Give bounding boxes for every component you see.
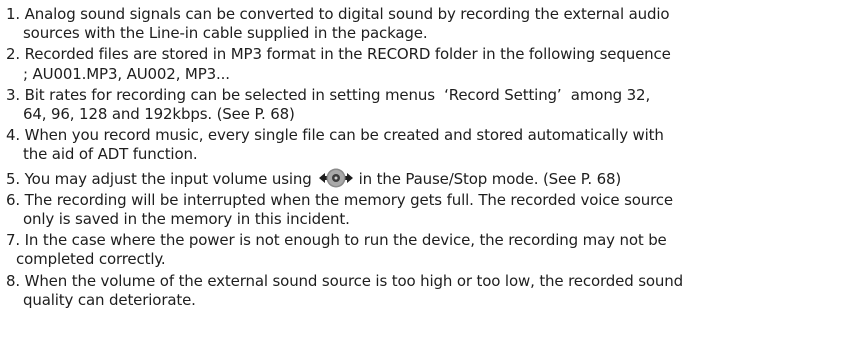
- item-number: 6.: [6, 190, 21, 209]
- item-text: The recording will be interrupted when t…: [24, 190, 673, 209]
- item-number: 5.: [6, 169, 21, 188]
- list-item: 3. Bit rates for recording can be select…: [6, 86, 838, 124]
- item-line: 8. When the volume of the external sound…: [6, 272, 838, 291]
- item-text-after-icon: in the Pause/Stop mode. (See P. 68): [358, 169, 622, 188]
- item-line: 4. When you record music, every single f…: [6, 126, 838, 145]
- list-item: 5. You may adjust the input volume using…: [6, 167, 838, 189]
- item-text: When the volume of the external sound so…: [24, 271, 683, 290]
- item-text: In the case where the power is not enoug…: [24, 231, 667, 250]
- item-number: 8.: [6, 271, 21, 290]
- recording-notes: 1. Analog sound signals can be converted…: [6, 5, 838, 312]
- item-number: 1.: [6, 5, 21, 23]
- item-text-before-icon: You may adjust the input volume using: [24, 169, 312, 188]
- item-continuation: ; AU001.MP3, AU002, MP3...: [23, 64, 230, 83]
- navigation-dial-icon: [316, 167, 356, 189]
- list-item: 8. When the volume of the external sound…: [6, 272, 838, 310]
- item-line: 6. The recording will be interrupted whe…: [6, 191, 838, 210]
- item-number: 2.: [6, 45, 21, 64]
- notes-list: 1. Analog sound signals can be converted…: [6, 5, 838, 310]
- item-continuation: quality can deteriorate.: [23, 290, 196, 309]
- item-continuation: sources with the Line-in cable supplied …: [23, 24, 428, 43]
- item-line: 5. You may adjust the input volume using…: [6, 167, 838, 189]
- item-number: 4.: [6, 126, 21, 145]
- item-continuation: the aid of ADT function.: [23, 145, 198, 164]
- item-text: Bit rates for recording can be selected …: [24, 85, 651, 104]
- list-item: 4. When you record music, every single f…: [6, 126, 838, 164]
- list-item: 1. Analog sound signals can be converted…: [6, 5, 838, 43]
- list-item: 6. The recording will be interrupted whe…: [6, 191, 838, 229]
- item-continuation: 64, 96, 128 and 192kbps. (See P. 68): [23, 105, 295, 124]
- item-text: When you record music, every single file…: [24, 126, 664, 145]
- item-line: 1. Analog sound signals can be converted…: [6, 5, 838, 24]
- list-item: 7. In the case where the power is not en…: [6, 231, 838, 269]
- item-number: 3.: [6, 85, 21, 104]
- list-item: 2. Recorded files are stored in MP3 form…: [6, 45, 838, 83]
- item-line: 3. Bit rates for recording can be select…: [6, 86, 838, 105]
- item-text: Analog sound signals can be converted to…: [24, 5, 670, 23]
- item-continuation: only is saved in the memory in this inci…: [23, 210, 350, 229]
- item-text: Recorded files are stored in MP3 format …: [24, 45, 671, 64]
- item-continuation: completed correctly.: [16, 250, 166, 269]
- item-line: 2. Recorded files are stored in MP3 form…: [6, 45, 838, 64]
- item-line: 7. In the case where the power is not en…: [6, 231, 838, 250]
- item-number: 7.: [6, 231, 21, 250]
